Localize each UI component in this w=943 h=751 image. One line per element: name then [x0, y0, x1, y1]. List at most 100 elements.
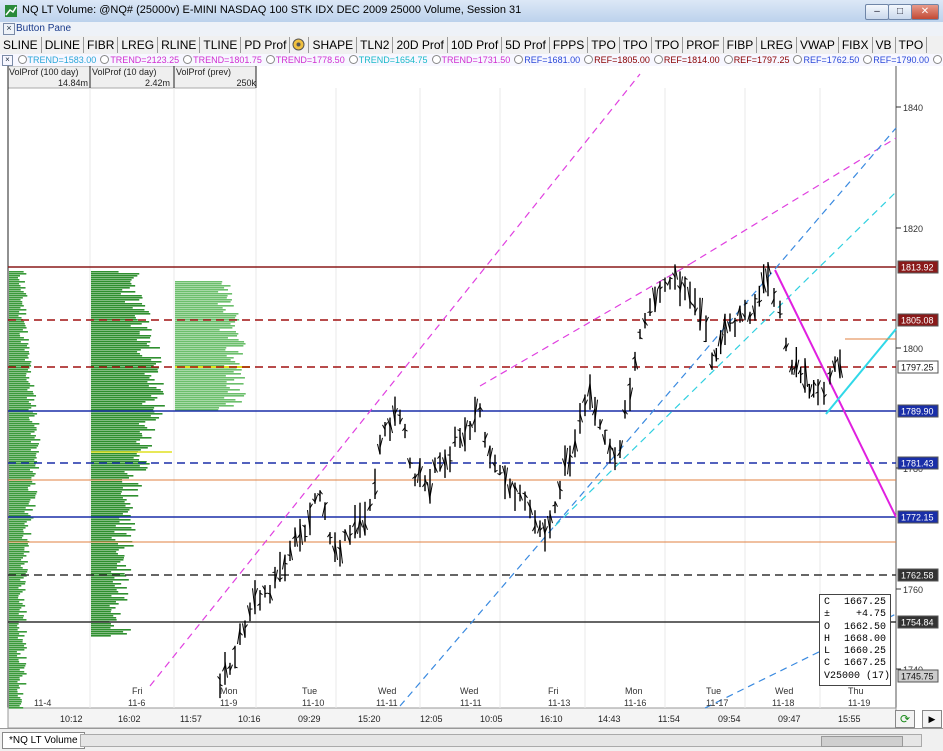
volume-profile-bar	[9, 377, 29, 379]
study-item[interactable]: REF=1797.25	[724, 54, 790, 66]
tool-vwap-button[interactable]: VWAP	[797, 37, 839, 53]
tool-prof-button[interactable]: PROF	[683, 37, 723, 53]
tool-rline-button[interactable]: RLINE	[158, 37, 200, 53]
study-toggle-icon[interactable]	[18, 55, 27, 64]
study-toggle-icon[interactable]	[266, 55, 275, 64]
study-item[interactable]: REF=1805.00	[584, 54, 650, 66]
volume-profile-bar	[91, 375, 151, 377]
tool-tln2-button[interactable]: TLN2	[357, 37, 393, 53]
tool-sline-button[interactable]: SLINE	[0, 37, 42, 53]
volume-profile-bar	[175, 401, 242, 403]
minimize-button[interactable]: –	[865, 4, 889, 20]
tool-shape-button[interactable]: SHAPE	[309, 37, 357, 53]
study-toggle-icon[interactable]	[933, 55, 942, 64]
tool-10d-prof-button[interactable]: 10D Prof	[448, 37, 502, 53]
info-value: 1667.25	[844, 658, 886, 670]
tool-5d-prof-button[interactable]: 5D Prof	[502, 37, 550, 53]
volume-profile-bar	[9, 405, 36, 407]
study-toggle-icon[interactable]	[584, 55, 593, 64]
volume-profile-bar	[9, 325, 26, 327]
study-toggle-icon[interactable]	[100, 55, 109, 64]
tool-fibx-button[interactable]: FIBX	[839, 37, 873, 53]
volume-profile-bar	[91, 355, 142, 357]
volume-profile-bar	[175, 299, 232, 301]
refresh-icon[interactable]: ⟳	[895, 710, 915, 728]
tool-lreg-button[interactable]: LREG	[118, 37, 158, 53]
tool-fibr-button[interactable]: FIBR	[84, 37, 118, 53]
study-item[interactable]: TREND=2123.25	[100, 54, 179, 66]
study-label: TREND=2123.25	[110, 55, 179, 65]
price-chart[interactable]: 1840182018001780176017401813.921805.0817…	[0, 66, 943, 728]
volume-profile-bar	[9, 509, 33, 511]
time-day-label: Tue	[302, 686, 317, 696]
volume-profile-bar	[175, 327, 232, 329]
study-item[interactable]: TREND=1583.00	[18, 54, 97, 66]
volume-profile-bar	[9, 607, 21, 609]
study-item[interactable]: REF=1762.50	[793, 54, 859, 66]
volume-profile-bar	[91, 415, 151, 417]
study-item[interactable]: REF=178	[933, 54, 943, 66]
volume-profile-bar	[9, 681, 17, 683]
tool-pd-prof-button[interactable]: PD Prof	[241, 37, 290, 53]
volume-profile-bar	[91, 429, 155, 431]
volume-profile-bar	[91, 555, 124, 557]
tool-tpo-button[interactable]: TPO	[652, 37, 684, 53]
tool-lreg-button[interactable]: LREG	[757, 37, 797, 53]
close-studies-icon[interactable]: ×	[2, 55, 13, 66]
volume-profile-bar	[175, 315, 236, 317]
tool-fibp-button[interactable]: FIBP	[724, 37, 758, 53]
color-wheel-icon[interactable]	[290, 37, 309, 53]
study-item[interactable]: TREND=1731.50	[432, 54, 511, 66]
volume-profile-bar	[9, 449, 31, 451]
study-toggle-icon[interactable]	[183, 55, 192, 64]
volume-profile-bar	[9, 679, 20, 681]
tool-fpps-button[interactable]: FPPS	[550, 37, 588, 53]
study-item[interactable]: TREND=1778.50	[266, 54, 345, 66]
volume-profile-bar	[91, 295, 142, 297]
study-toggle-icon[interactable]	[432, 55, 441, 64]
tool-vb-button[interactable]: VB	[873, 37, 896, 53]
volume-profile-bar	[91, 537, 112, 539]
study-item[interactable]: REF=1681.00	[514, 54, 580, 66]
volume-profile-bar	[9, 443, 39, 445]
scrollbar-thumb[interactable]	[821, 736, 903, 747]
volume-profile-bar	[175, 283, 222, 285]
scroll-right-icon[interactable]: ▶	[922, 710, 942, 728]
volume-profile-bar	[9, 323, 25, 325]
horizontal-scrollbar[interactable]	[80, 734, 922, 747]
tool-tpo-button[interactable]: TPO	[620, 37, 652, 53]
info-value: 1668.00	[844, 634, 886, 646]
close-button-pane-icon[interactable]: ×	[3, 23, 15, 35]
tool-dline-button[interactable]: DLINE	[42, 37, 84, 53]
volume-profile-bar	[175, 349, 225, 351]
study-item[interactable]: TREND=1654.75	[349, 54, 428, 66]
study-label: REF=1762.50	[803, 55, 859, 65]
study-toggle-icon[interactable]	[793, 55, 802, 64]
close-button[interactable]: ✕	[911, 4, 939, 20]
study-toggle-icon[interactable]	[514, 55, 523, 64]
volume-profile-bar	[9, 359, 25, 361]
volume-profile-bar	[91, 543, 118, 545]
time-axis-label: 09:47	[778, 714, 801, 724]
study-toggle-icon[interactable]	[863, 55, 872, 64]
maximize-button[interactable]: □	[888, 4, 912, 20]
tool-20d-prof-button[interactable]: 20D Prof	[393, 37, 447, 53]
volume-profile-bar	[9, 693, 23, 695]
study-item[interactable]: REF=1790.00	[863, 54, 929, 66]
volume-profile-bar	[91, 359, 151, 361]
volume-profile-bar	[9, 631, 27, 633]
study-item[interactable]: TREND=1801.75	[183, 54, 262, 66]
chart-tab[interactable]: *NQ LT Volume	[2, 732, 85, 749]
tool-tpo-button[interactable]: TPO	[588, 37, 620, 53]
tool-tline-button[interactable]: TLINE	[200, 37, 241, 53]
study-toggle-icon[interactable]	[349, 55, 358, 64]
tool-tpo-button[interactable]: TPO	[896, 37, 928, 53]
volume-profile-bar	[91, 473, 127, 475]
volume-profile-bar	[91, 333, 140, 335]
volume-profile-bar	[91, 327, 147, 329]
study-toggle-icon[interactable]	[724, 55, 733, 64]
study-toggle-icon[interactable]	[654, 55, 663, 64]
volume-profile-bar	[9, 617, 23, 619]
volume-profile-bar	[9, 535, 23, 537]
study-item[interactable]: REF=1814.00	[654, 54, 720, 66]
